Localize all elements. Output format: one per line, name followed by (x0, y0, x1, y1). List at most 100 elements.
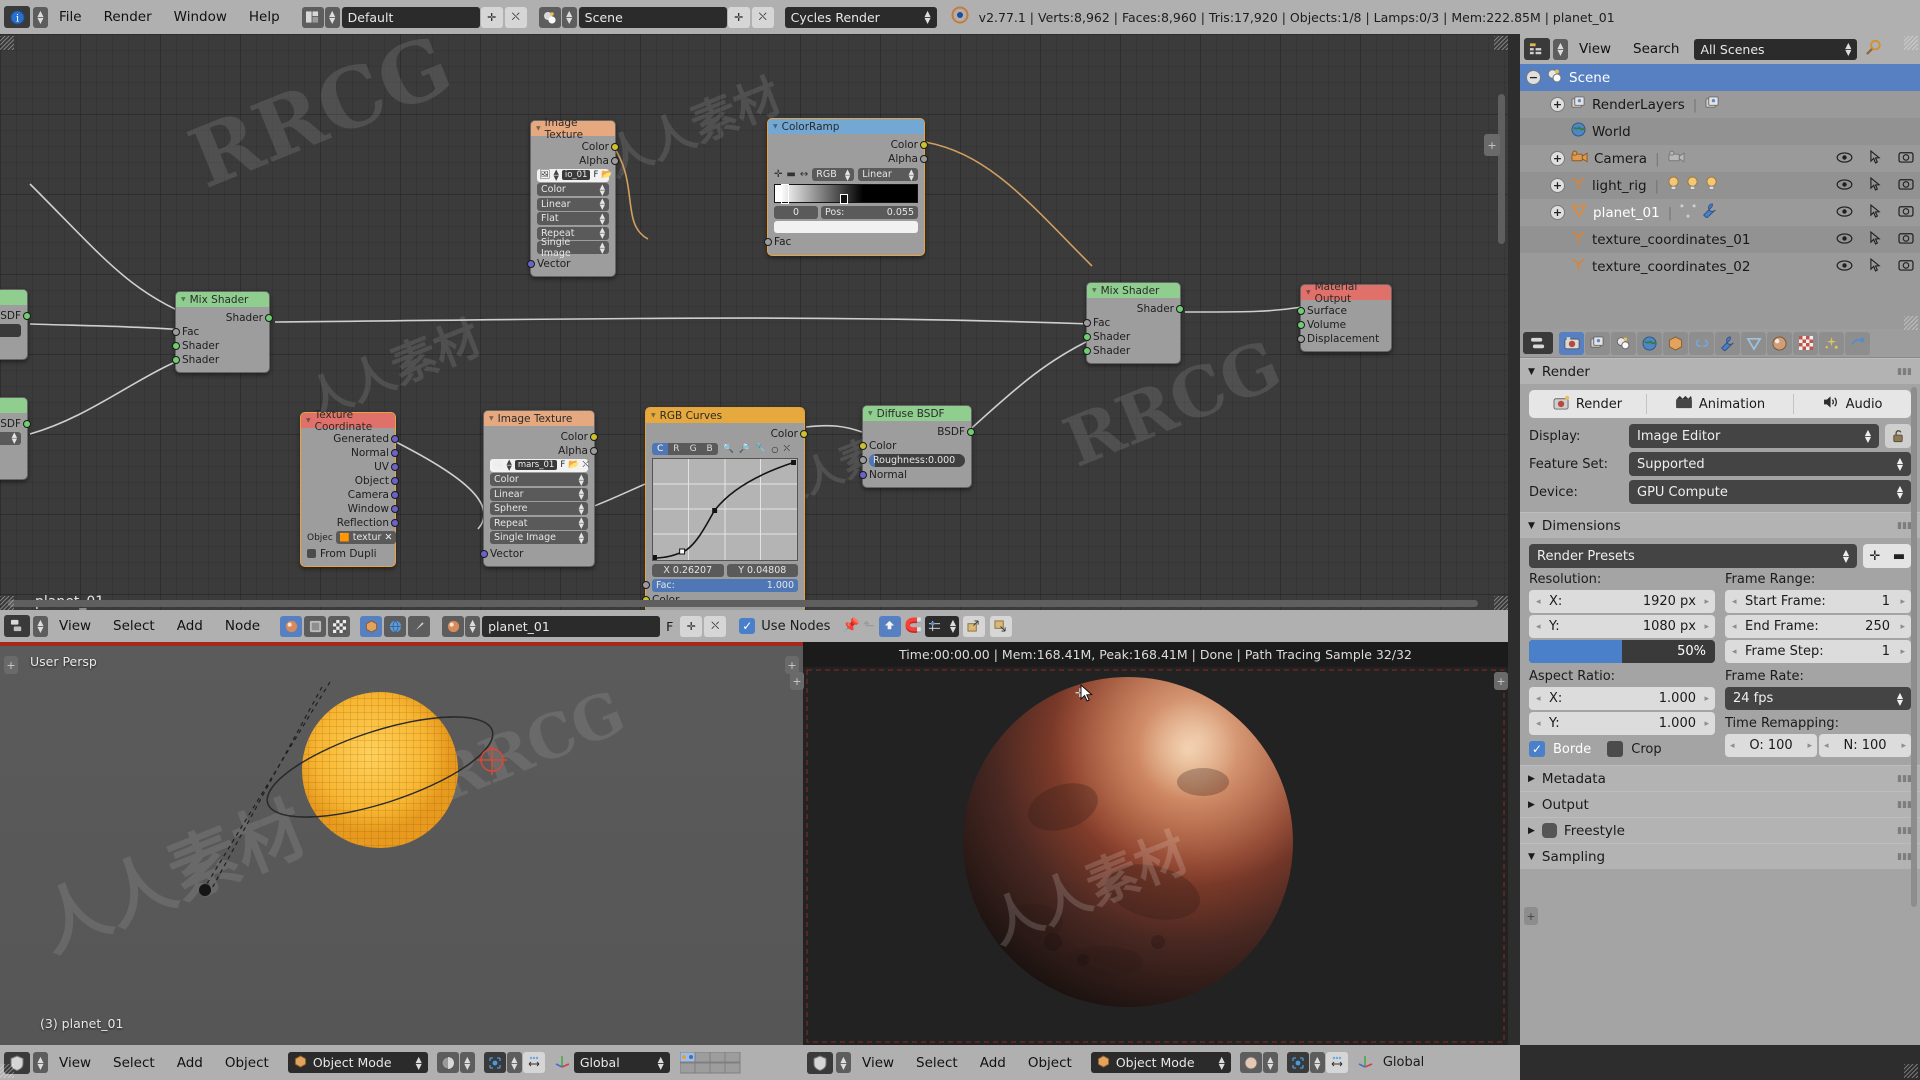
brush-icon[interactable] (408, 615, 431, 637)
cursor-arrow-icon[interactable] (1870, 203, 1881, 222)
socket-surface[interactable] (1297, 306, 1305, 315)
screen-layout-dropdown[interactable]: Default (341, 6, 480, 28)
collapse-triangle-icon[interactable]: ▼ (1306, 289, 1311, 296)
socket-bsdf-out[interactable] (23, 419, 31, 428)
view3d-mode-dropdown[interactable]: Object Mode ▲ ▼ (287, 1052, 428, 1073)
node-diffuse-bsdf[interactable]: ▼ Diffuse BSDF BSDF Color Roughness:0.00… (859, 405, 975, 488)
view3d-menu-select[interactable]: Select (102, 1055, 166, 1071)
view3d-menu-view[interactable]: View (48, 1055, 102, 1071)
manipulator-icon[interactable] (554, 1053, 570, 1073)
border-checkbox[interactable]: ✓ (1529, 741, 1545, 757)
node-bsdf-offscreen-2[interactable]: BSDF BSDF ▲▼ (0, 397, 31, 480)
socket-color-out[interactable] (590, 432, 598, 441)
socket-fac[interactable] (172, 327, 180, 336)
curve-point-x[interactable]: X 0.26207 (652, 564, 724, 577)
node-menu-select[interactable]: Select (102, 618, 166, 634)
material-icon[interactable] (280, 615, 303, 637)
add-preset-icon[interactable]: ✛ (1863, 544, 1887, 568)
panel-header-metadata[interactable]: ▶ Metadata ▮▮▮ (1520, 765, 1920, 791)
collapse-triangle-icon[interactable]: ▼ (868, 410, 873, 417)
fake-user-flag[interactable]: F (560, 460, 565, 470)
node-menu-add[interactable]: Add (166, 618, 214, 634)
editor-type-spinner[interactable]: ▲ ▼ (33, 6, 48, 28)
collapse-triangle-icon[interactable]: ▼ (489, 415, 494, 422)
panel-header-output[interactable]: ▶ Output ▮▮▮ (1520, 791, 1920, 817)
viewport-3d[interactable]: 人人素材 RRCG (0, 642, 803, 1045)
imged-orientation-value[interactable]: Global (1383, 1055, 1424, 1070)
proportional-edit-icon[interactable] (522, 1052, 545, 1073)
socket-volume[interactable] (1297, 320, 1305, 329)
world-globe-icon[interactable] (384, 615, 407, 637)
end-frame-field[interactable]: ◂ End Frame: 250 ▸ (1725, 615, 1911, 638)
properties-scrollbar[interactable] (1911, 387, 1917, 907)
fac-slider[interactable]: Fac: 1.000 (642, 578, 798, 592)
image-name[interactable]: io_01 (561, 170, 591, 180)
tab-material[interactable] (1767, 331, 1792, 355)
socket-fac-in[interactable] (642, 580, 650, 589)
color-space-dropdown[interactable]: Color ▲ ▼ (537, 183, 609, 196)
pivot-point-icon[interactable] (483, 1052, 506, 1073)
outliner-row-planet-01[interactable]: + planet_01 | (1520, 199, 1920, 226)
zoom-out-icon[interactable]: 🔎 (739, 444, 750, 454)
panel-closed-triangle-icon[interactable]: ▶ (1528, 774, 1535, 784)
node-mix-shader-right[interactable]: ▼ Mix Shader Shader Fac Shader Shader (1083, 282, 1184, 364)
eye-icon[interactable] (1836, 259, 1853, 275)
node-menu-node[interactable]: Node (214, 618, 271, 634)
outliner-row-camera[interactable]: + Camera | (1520, 145, 1920, 172)
panel-open-triangle-icon[interactable]: ▼ (1528, 852, 1535, 862)
tab-modifiers[interactable] (1715, 331, 1740, 355)
object-icon[interactable] (360, 615, 383, 637)
node-editor-icon[interactable] (4, 615, 30, 637)
color-space-dropdown[interactable]: Color ▲ ▼ (490, 473, 588, 486)
clip-curve-icon[interactable]: ○ (771, 445, 778, 454)
cursor-arrow-icon[interactable] (1870, 149, 1881, 168)
render-presets-dropdown[interactable]: Render Presets ▲ ▼ (1529, 544, 1857, 568)
material-datablock-icon[interactable] (442, 615, 465, 637)
flip-ramp-icon[interactable]: ↔ (800, 169, 808, 180)
freestyle-toggle-icon[interactable] (1541, 823, 1557, 838)
source-dropdown[interactable]: Single Image ▲ ▼ (537, 237, 609, 259)
colorramp-stop-1[interactable] (840, 194, 848, 204)
panel-header-freestyle[interactable]: ▶ Freestyle ▮▮▮ (1520, 817, 1920, 843)
socket-normal-in[interactable] (859, 470, 867, 479)
outliner-type-spinner[interactable]: ▲ ▼ (1553, 38, 1568, 60)
display-dropdown[interactable]: Image Editor ▲ ▼ (1629, 424, 1879, 448)
lamp-icon[interactable] (1686, 176, 1699, 195)
open-image-icon[interactable]: 📂 (568, 460, 579, 470)
scene-spinner[interactable]: ▲ ▼ (561, 6, 577, 28)
modifier-wrench-icon[interactable] (1702, 203, 1717, 222)
socket-roughness-in[interactable] (859, 455, 867, 464)
imged-menu-add[interactable]: Add (969, 1055, 1017, 1071)
colorramp-color-swatch[interactable] (774, 220, 918, 233)
image-editor-sidebar-toggle-right[interactable]: + (1494, 672, 1508, 690)
socket-shader2[interactable] (1083, 346, 1091, 355)
camera-render-icon[interactable] (1898, 150, 1914, 167)
socket-normal[interactable] (391, 448, 399, 457)
node-editor-type-spinner[interactable]: ▲ ▼ (33, 615, 48, 637)
socket-fac-in[interactable] (764, 238, 772, 246)
socket-alpha-out[interactable] (590, 446, 598, 455)
cursor-arrow-icon[interactable] (1870, 257, 1881, 276)
imged-pivot-spinner[interactable]: ▲ ▼ (1309, 1052, 1325, 1073)
properties-editor[interactable]: ▼ Render ▮▮▮ Render Animation Audio Disp… (1520, 329, 1920, 1045)
image-name[interactable]: mars_01 (514, 460, 558, 470)
collapse-triangle-icon[interactable]: ▼ (181, 296, 186, 303)
eye-icon[interactable] (1836, 178, 1853, 194)
frame-step-field[interactable]: ◂ Frame Step: 1 ▸ (1725, 640, 1911, 663)
panel-header-sampling[interactable]: ▼ Sampling ▮▮▮ (1520, 843, 1920, 869)
imged-manipulator-icon[interactable] (1357, 1053, 1373, 1073)
socket-window[interactable] (391, 504, 399, 513)
camera-render-icon[interactable] (1898, 231, 1914, 248)
socket-shader2[interactable] (172, 355, 180, 364)
panel-header-render[interactable]: ▼ Render ▮▮▮ (1520, 358, 1920, 384)
paste-from-icon[interactable] (989, 615, 1012, 637)
socket-displacement[interactable] (1297, 334, 1305, 343)
render-image-button[interactable]: Render (1529, 395, 1646, 414)
viewport-editor-type-spinner[interactable]: ▲ ▼ (33, 1052, 48, 1073)
viewport-shading-icon[interactable] (436, 1052, 459, 1073)
render-audio-button[interactable]: Audio (1794, 395, 1911, 413)
projection-dropdown[interactable]: Sphere ▲ ▼ (490, 502, 588, 515)
socket-color-out[interactable] (611, 142, 619, 151)
new-material-icon[interactable]: ✛ (680, 615, 703, 637)
panel-open-triangle-icon[interactable]: ▼ (1528, 367, 1535, 377)
